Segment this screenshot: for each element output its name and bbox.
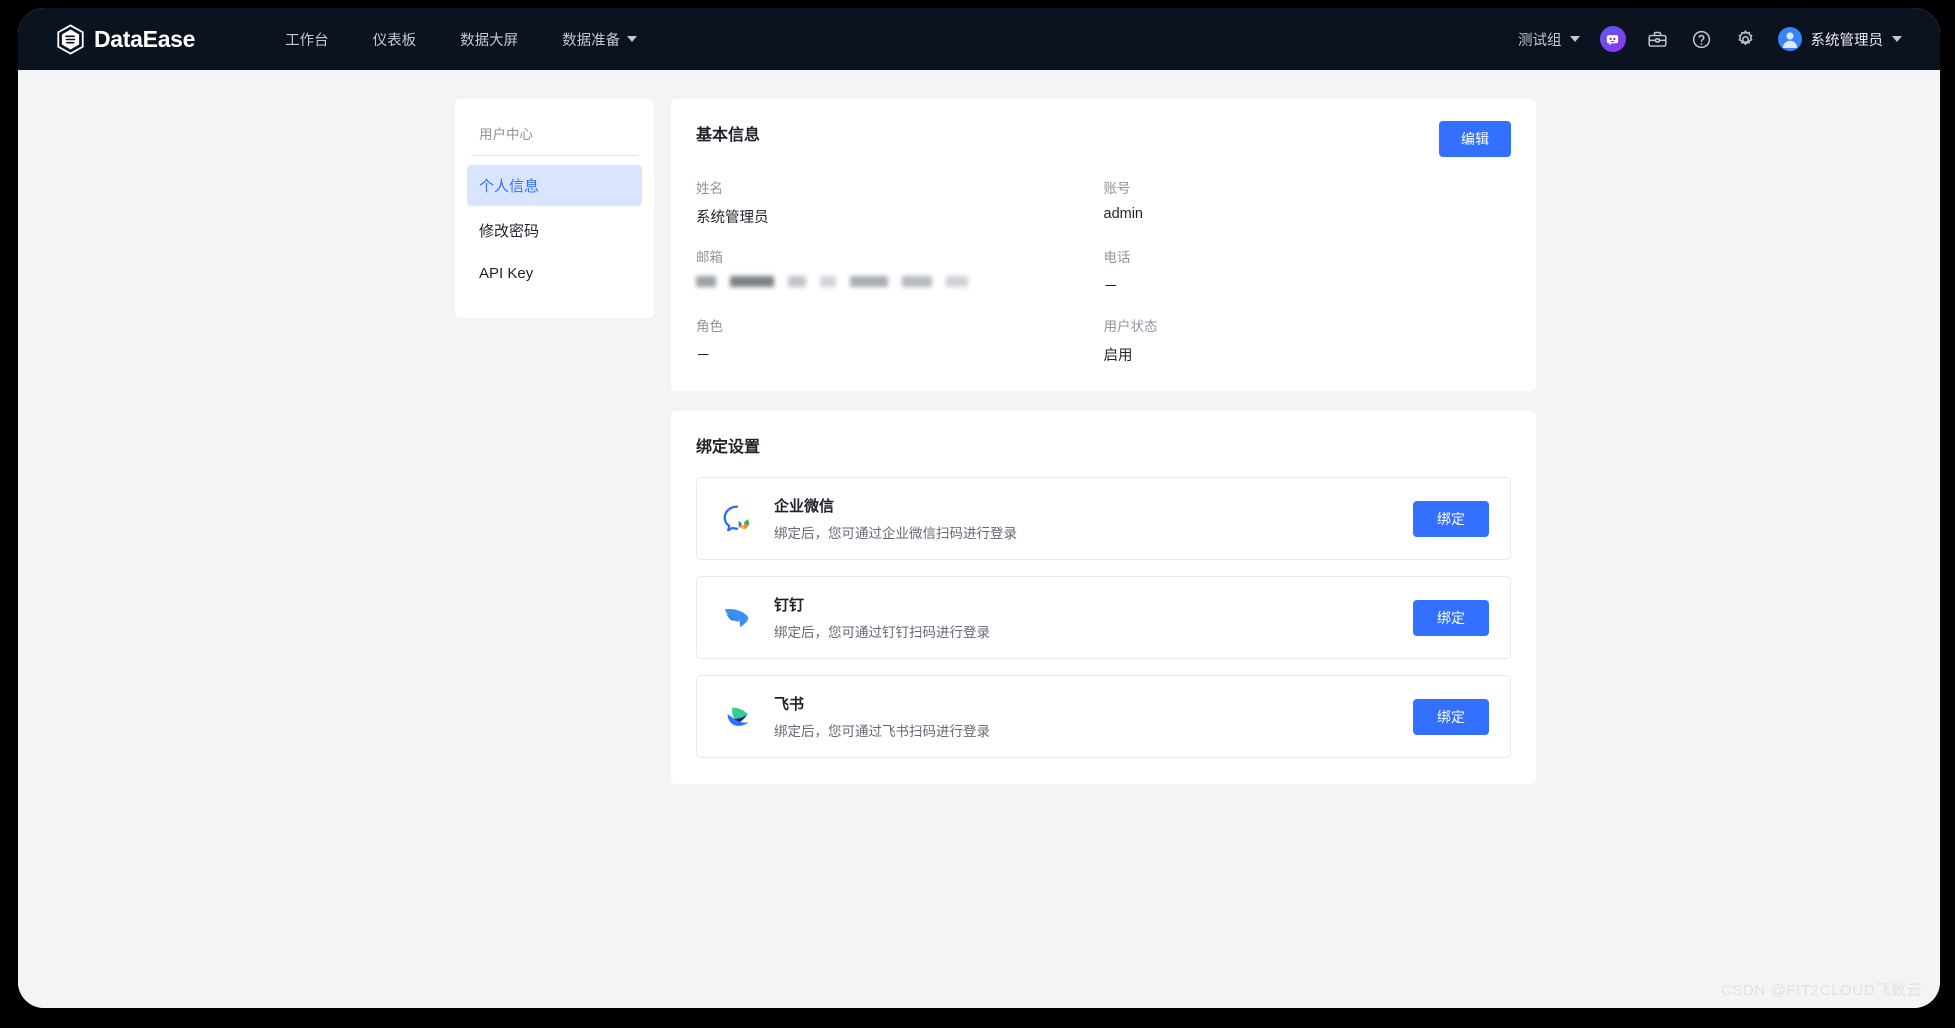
nav-item-workbench[interactable]: 工作台 <box>263 22 351 57</box>
field-value-redacted <box>696 275 1084 294</box>
wecom-icon <box>718 499 758 539</box>
main-column: 基本信息 编辑 姓名 系统管理员 账号 admin 邮箱 电话 － 角色 － 用… <box>671 99 1536 804</box>
nav-item-dashboard[interactable]: 仪表板 <box>351 22 439 57</box>
nav-item-label: 数据大屏 <box>460 32 519 49</box>
binding-row-wecom: 企业微信 绑定后，您可通过企业微信扫码进行登录 绑定 <box>696 477 1511 560</box>
sidebar-item-label: API Key <box>479 265 534 282</box>
sidebar-item-label: 个人信息 <box>479 178 540 195</box>
field-label: 电话 <box>1103 250 1131 265</box>
field-role: 角色 － <box>696 315 1104 365</box>
user-avatar-icon <box>1777 27 1802 51</box>
field-label: 邮箱 <box>696 250 723 265</box>
dataease-hexagon-logo-icon <box>57 23 84 55</box>
binding-row-text: 飞书 绑定后，您可通过飞书扫码进行登录 <box>774 693 1413 740</box>
header-right-group: 测试组 系统管理员 <box>1518 26 1914 52</box>
binding-row-text: 钉钉 绑定后，您可通过钉钉扫码进行登录 <box>774 594 1413 641</box>
chevron-down-icon <box>1569 36 1580 42</box>
dingtalk-icon <box>718 598 758 638</box>
toolbox-icon[interactable] <box>1646 27 1670 51</box>
feishu-glyph-icon <box>727 707 749 726</box>
top-header: DataEase 工作台 仪表板 数据大屏 数据准备 测试组 系统管理员 <box>18 8 1940 70</box>
watermark-text: CSDN @FIT2CLOUD飞致云 <box>1720 982 1922 999</box>
sidebar-item-label: 修改密码 <box>479 223 540 240</box>
bind-button-wecom[interactable]: 绑定 <box>1413 500 1489 537</box>
field-account: 账号 admin <box>1104 177 1512 227</box>
field-label: 用户状态 <box>1103 319 1158 334</box>
binding-settings-title: 绑定设置 <box>696 439 761 456</box>
bind-button-dingtalk[interactable]: 绑定 <box>1413 599 1489 636</box>
feishu-icon <box>718 697 758 737</box>
org-switcher[interactable]: 测试组 <box>1518 29 1580 50</box>
sidebar-item-personal-info[interactable]: 个人信息 <box>467 165 642 206</box>
app-window: DataEase 工作台 仪表板 数据大屏 数据准备 测试组 系统管理员 用户中… <box>18 8 1940 1008</box>
nav-item-data-prep[interactable]: 数据准备 <box>540 22 659 57</box>
field-label: 姓名 <box>696 181 723 196</box>
redacted-email-mask <box>696 276 968 287</box>
binding-row-desc: 绑定后，您可通过钉钉扫码进行登录 <box>774 625 990 640</box>
user-menu[interactable]: 系统管理员 <box>1777 27 1902 51</box>
basic-info-title: 基本信息 <box>696 127 761 144</box>
help-glyph-icon <box>1692 30 1711 48</box>
user-center-sidebar: 用户中心 个人信息 修改密码 API Key <box>455 99 654 318</box>
bind-button-feishu[interactable]: 绑定 <box>1413 698 1489 735</box>
binding-row-desc: 绑定后，您可通过企业微信扫码进行登录 <box>774 526 1017 541</box>
brand-logo-group[interactable]: DataEase <box>56 23 196 55</box>
org-switcher-label: 测试组 <box>1518 32 1562 49</box>
ai-robot-glyph-icon <box>1606 34 1619 45</box>
nav-item-datascreen[interactable]: 数据大屏 <box>438 22 540 57</box>
ai-assistant-icon[interactable] <box>1599 26 1626 52</box>
chevron-down-icon <box>627 36 638 42</box>
sidebar-item-api-key[interactable]: API Key <box>467 255 642 292</box>
dingtalk-glyph-icon <box>724 608 749 627</box>
gear-icon[interactable] <box>1734 27 1758 51</box>
basic-info-header: 基本信息 编辑 <box>696 121 1511 157</box>
wecom-glyph-icon <box>723 505 750 531</box>
field-label: 角色 <box>696 319 723 334</box>
gear-glyph-icon <box>1738 29 1753 46</box>
sidebar-title: 用户中心 <box>479 127 533 142</box>
field-value: 系统管理员 <box>696 210 769 226</box>
binding-settings-card: 绑定设置 企业微信 绑定后，您可通过企业微信扫码进行登录 绑定 钉钉 绑定后，您… <box>671 411 1536 784</box>
field-name: 姓名 系统管理员 <box>696 177 1104 227</box>
nav-item-label: 仪表板 <box>372 32 417 49</box>
basic-info-card: 基本信息 编辑 姓名 系统管理员 账号 admin 邮箱 电话 － 角色 － 用… <box>671 99 1536 391</box>
brand-name: DataEase <box>94 25 196 52</box>
binding-row-desc: 绑定后，您可通过飞书扫码进行登录 <box>774 724 990 739</box>
basic-info-grid: 姓名 系统管理员 账号 admin 邮箱 电话 － 角色 － 用户状态 启用 <box>696 177 1511 365</box>
field-value: admin <box>1103 206 1144 222</box>
help-circle-icon[interactable] <box>1690 27 1714 51</box>
user-name-label: 系统管理员 <box>1810 32 1884 49</box>
binding-row-dingtalk: 钉钉 绑定后，您可通过钉钉扫码进行登录 绑定 <box>696 576 1511 659</box>
nav-item-label: 数据准备 <box>562 32 621 49</box>
chevron-down-icon <box>1892 36 1902 42</box>
main-nav: 工作台 仪表板 数据大屏 数据准备 <box>263 22 659 57</box>
field-email: 邮箱 <box>696 246 1104 296</box>
binding-row-name: 飞书 <box>774 696 805 713</box>
binding-row-name: 钉钉 <box>774 597 805 614</box>
avatar-person-glyph-icon <box>1782 32 1797 48</box>
field-value: － <box>696 348 711 364</box>
binding-row-feishu: 飞书 绑定后，您可通过飞书扫码进行登录 绑定 <box>696 675 1511 758</box>
field-value: 启用 <box>1103 348 1133 364</box>
sidebar-item-change-password[interactable]: 修改密码 <box>467 210 642 251</box>
nav-item-label: 工作台 <box>285 32 329 49</box>
field-value: － <box>1103 279 1119 295</box>
toolbox-glyph-icon <box>1648 31 1667 47</box>
field-phone: 电话 － <box>1104 246 1512 296</box>
binding-row-text: 企业微信 绑定后，您可通过企业微信扫码进行登录 <box>774 495 1413 542</box>
content-row: 用户中心 个人信息 修改密码 API Key 基本信息 编辑 姓名 系统管理员 … <box>455 99 1940 804</box>
sidebar-divider <box>471 155 638 156</box>
edit-button[interactable]: 编辑 <box>1439 121 1511 157</box>
field-label: 账号 <box>1103 181 1131 196</box>
binding-row-name: 企业微信 <box>774 498 835 515</box>
page-body: 用户中心 个人信息 修改密码 API Key 基本信息 编辑 姓名 系统管理员 … <box>18 70 1940 1008</box>
field-user-status: 用户状态 启用 <box>1104 315 1512 365</box>
